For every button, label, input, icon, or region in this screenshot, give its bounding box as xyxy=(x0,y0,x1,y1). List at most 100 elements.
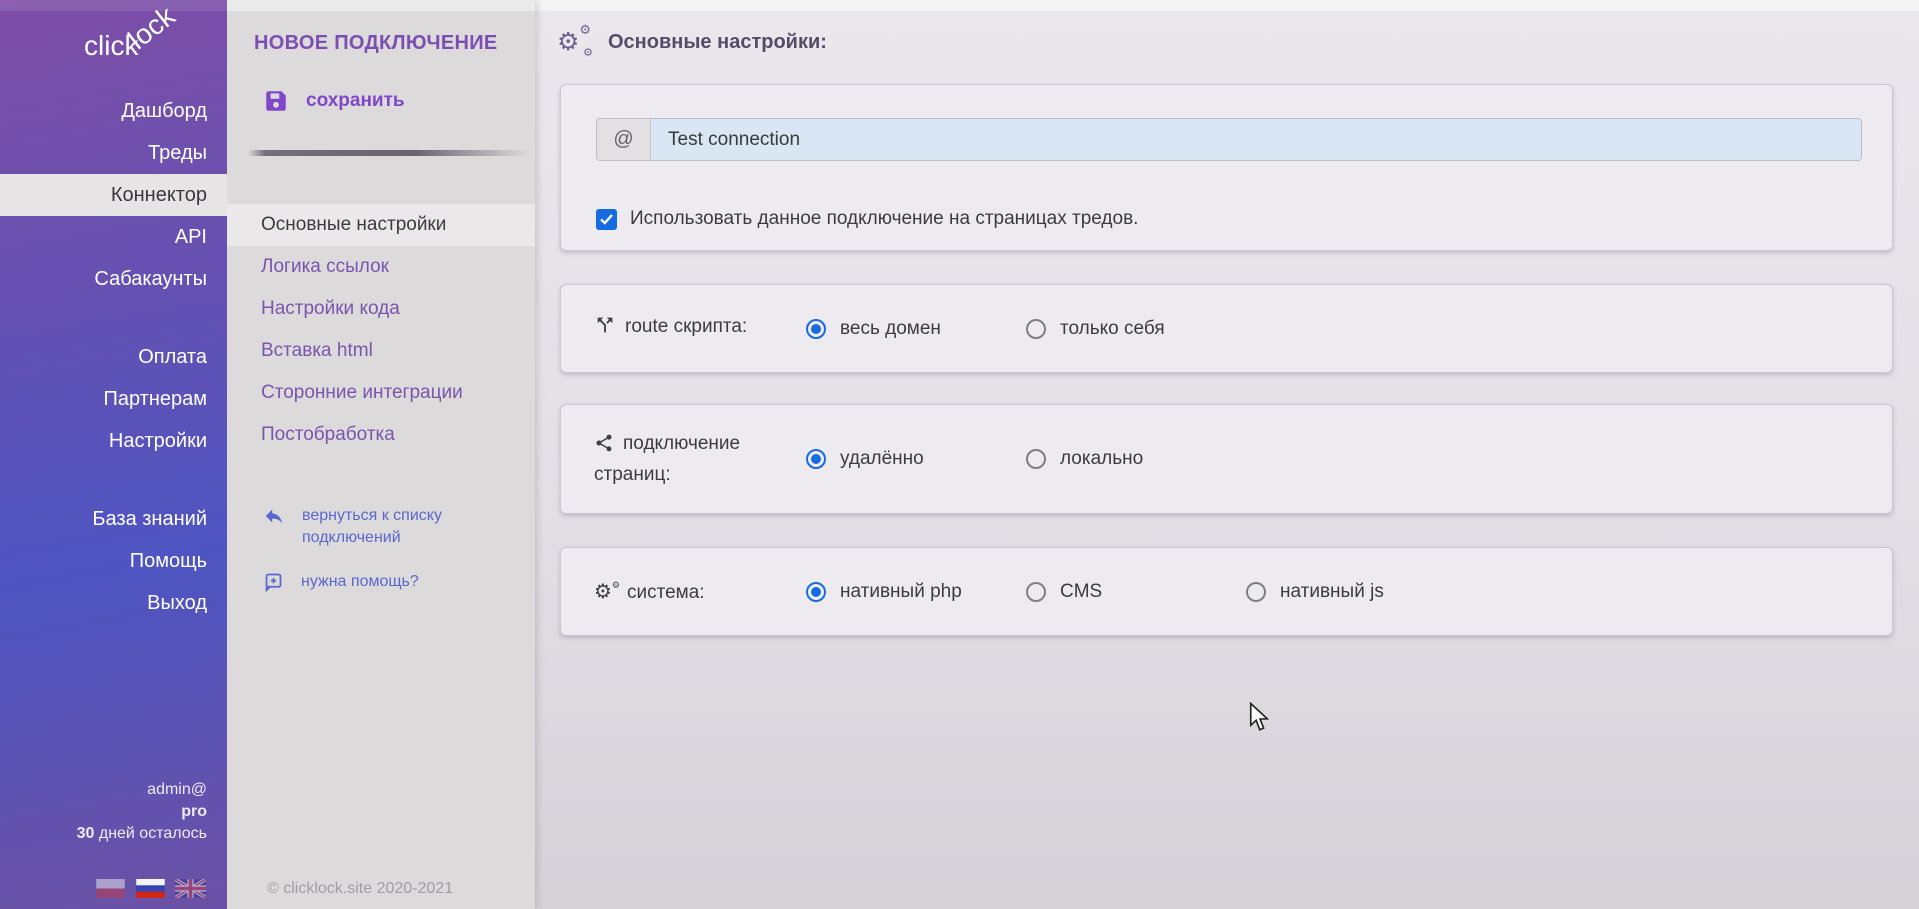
radio-option-label: нативный php xyxy=(840,581,962,603)
radio-option[interactable]: только себя xyxy=(1026,318,1246,340)
user-email: admin@ xyxy=(77,779,207,801)
app-logo[interactable]: clicklock xyxy=(84,30,188,62)
panel-nav-item-label: Логика ссылок xyxy=(261,256,389,277)
radio-option[interactable]: удалённо xyxy=(806,448,1026,470)
radio-icon[interactable] xyxy=(1026,319,1046,339)
sidebar-item-label: Партнерам xyxy=(103,388,207,410)
sidebar-item-label: Коннектор xyxy=(111,184,207,206)
at-addon: @ xyxy=(597,119,651,160)
radio-icon[interactable] xyxy=(806,582,826,602)
need-help-link[interactable]: нужна помощь? xyxy=(263,571,474,593)
radio-icon[interactable] xyxy=(1026,449,1046,469)
system-label: ⚙⚙система: xyxy=(594,578,806,606)
sidebar-item[interactable]: Дашборд xyxy=(0,90,227,132)
polish-flag[interactable] xyxy=(95,879,126,898)
sidebar-item[interactable]: Треды xyxy=(0,132,227,174)
copyright-footer: © clicklock.site 2020-2021 xyxy=(267,880,453,898)
russian-flag[interactable] xyxy=(135,879,166,898)
user-block: admin@ pro 30 дней осталось xyxy=(77,779,207,845)
radio-option[interactable]: весь домен xyxy=(806,318,1026,340)
radio-icon[interactable] xyxy=(1246,582,1266,602)
pages-connection-card: подключение страниц: удалённо локально xyxy=(560,404,1893,514)
radio-icon[interactable] xyxy=(806,319,826,339)
panel-nav-item-label: Настройки кода xyxy=(261,298,400,319)
connection-panel: НОВОЕ ПОДКЛЮЧЕНИЕ сохранить Основные нас… xyxy=(227,0,535,909)
use-on-threads-row[interactable]: Использовать данное подключение на стран… xyxy=(596,208,1138,230)
radio-option-label: только себя xyxy=(1060,318,1165,340)
radio-option-label: нативный js xyxy=(1280,581,1384,603)
route-script-card: route скрипта: весь домен только себя xyxy=(560,284,1893,373)
sidebar-item[interactable]: Помощь xyxy=(0,540,227,582)
sidebar-item[interactable]: Коннектор xyxy=(0,174,227,216)
panel-nav-item[interactable]: Основные настройки xyxy=(227,204,535,246)
help-link-label: нужна помощь? xyxy=(301,571,419,593)
main-sidebar: clicklock Дашборд Треды Коннектор API xyxy=(0,0,227,909)
sidebar-item-label: Треды xyxy=(148,142,207,164)
sidebar-item-label: Сабакаунты xyxy=(94,268,207,290)
system-options: нативный php CMS нативный js xyxy=(806,581,1466,603)
panel-nav-item-label: Постобработка xyxy=(261,424,395,445)
sidebar-item-label: API xyxy=(175,226,207,248)
sidebar-item-label: База знаний xyxy=(92,508,207,530)
panel-nav-item-label: Сторонние интеграции xyxy=(261,382,463,403)
call-split-icon xyxy=(594,314,616,344)
back-to-connections-link[interactable]: вернуться к списку подключений xyxy=(263,505,474,549)
panel-nav-item[interactable]: Вставка html xyxy=(227,330,535,372)
english-flag[interactable] xyxy=(175,879,206,898)
sidebar-item-label: Выход xyxy=(147,592,207,614)
sidebar-item[interactable]: База знаний xyxy=(0,498,227,540)
panel-nav-item[interactable]: Постобработка xyxy=(227,414,535,456)
radio-option[interactable]: нативный php xyxy=(806,581,1026,603)
gears-icon: ⚙⚙⚙ xyxy=(557,26,593,58)
checkbox-label: Использовать данное подключение на стран… xyxy=(630,208,1138,230)
radio-option-label: весь домен xyxy=(840,318,941,340)
sidebar-item[interactable]: API xyxy=(0,216,227,258)
sidebar-item[interactable]: Партнерам xyxy=(0,378,227,420)
radio-option-label: CMS xyxy=(1060,581,1102,603)
save-button[interactable]: сохранить xyxy=(263,88,405,114)
language-flags xyxy=(95,879,206,898)
sidebar-item[interactable]: Выход xyxy=(0,582,227,624)
panel-nav-item[interactable]: Сторонние интеграции xyxy=(227,372,535,414)
save-label: сохранить xyxy=(306,90,405,112)
floppy-save-icon xyxy=(263,88,289,114)
sidebar-item-label: Оплата xyxy=(138,346,207,368)
radio-icon[interactable] xyxy=(806,449,826,469)
panel-nav-item[interactable]: Настройки кода xyxy=(227,288,535,330)
panel-nav-item[interactable]: Логика ссылок xyxy=(227,246,535,288)
sidebar-nav: Дашборд Треды Коннектор API Сабакаунты xyxy=(0,90,227,624)
sidebar-item[interactable]: Сабакаунты xyxy=(0,258,227,300)
sidebar-item[interactable]: Оплата xyxy=(0,336,227,378)
radio-option-label: удалённо xyxy=(840,448,924,470)
add-comment-icon xyxy=(263,571,284,592)
route-script-label: route скрипта: xyxy=(594,313,806,344)
undo-icon xyxy=(263,505,285,527)
route-script-options: весь домен только себя xyxy=(806,318,1246,340)
connection-name-card: @ Использовать данное подключение на стр… xyxy=(560,84,1893,251)
back-link-label: вернуться к списку подключений xyxy=(302,505,474,549)
radio-option[interactable]: CMS xyxy=(1026,581,1246,603)
main-content: ⚙⚙⚙ Основные настройки: @ Использовать д… xyxy=(535,0,1919,909)
main-section-header: ⚙⚙⚙ Основные настройки: xyxy=(557,26,827,58)
panel-nav-item-label: Основные настройки xyxy=(261,214,446,235)
connection-name-input[interactable] xyxy=(651,119,1861,160)
radio-option[interactable]: локально xyxy=(1026,448,1246,470)
radio-option[interactable]: нативный js xyxy=(1246,581,1466,603)
radio-option-label: локально xyxy=(1060,448,1143,470)
system-card: ⚙⚙система: нативный php CMS xyxy=(560,547,1893,636)
user-days-left: 30 дней осталось xyxy=(77,823,207,845)
sidebar-item[interactable]: Настройки xyxy=(0,420,227,462)
sidebar-item-label: Дашборд xyxy=(121,100,207,122)
main-header-label: Основные настройки: xyxy=(608,31,827,54)
panel-nav: Основные настройки Логика ссылок Настрой… xyxy=(227,204,535,456)
app-root: clicklock Дашборд Треды Коннектор API xyxy=(0,0,1919,909)
radio-icon[interactable] xyxy=(1026,582,1046,602)
pages-connection-label: подключение страниц: xyxy=(594,430,806,488)
gear-icon: ⚙⚙ xyxy=(594,578,618,606)
share-icon xyxy=(594,433,614,461)
panel-divider xyxy=(248,150,538,156)
user-plan: pro xyxy=(77,801,207,823)
panel-nav-item-label: Вставка html xyxy=(261,340,373,361)
panel-title: НОВОЕ ПОДКЛЮЧЕНИЕ xyxy=(254,32,498,55)
checkbox-checked-icon[interactable] xyxy=(596,209,617,230)
